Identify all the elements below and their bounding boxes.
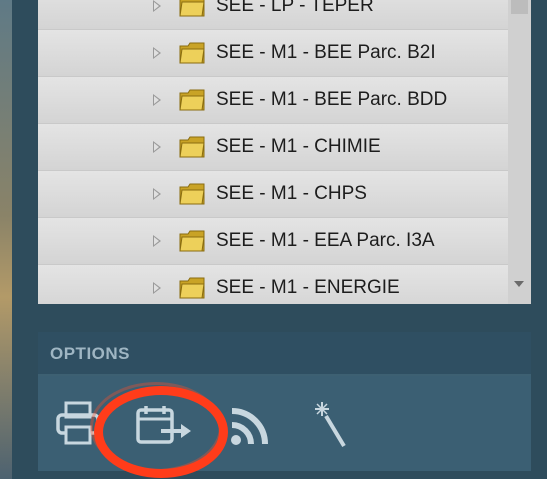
scrollbar-thumb[interactable] [511, 0, 528, 14]
tree-row-label: SEE - M1 - CHIMIE [216, 136, 381, 157]
tree-row[interactable]: SEE - M1 - ENERGIE [38, 265, 508, 304]
tree-list: SEE - LP - TEPER SEE - M1 - BEE Parc. B2I… [38, 0, 508, 304]
magic-wand-icon[interactable] [310, 400, 350, 450]
folder-icon [179, 136, 205, 158]
tree-row-label: SEE - M1 - ENERGIE [216, 277, 400, 298]
tree-row-label: SEE - M1 - CHPS [216, 183, 367, 204]
folder-icon [179, 183, 205, 205]
tree-row[interactable]: SEE - M1 - BEE Parc. BDD [38, 77, 508, 124]
expand-arrow-icon[interactable] [153, 94, 161, 106]
expand-arrow-icon[interactable] [153, 141, 161, 153]
tree-row[interactable]: SEE - M1 - CHPS [38, 171, 508, 218]
tree-row[interactable]: SEE - M1 - CHIMIE [38, 124, 508, 171]
options-title: OPTIONS [50, 344, 131, 363]
rss-icon[interactable] [229, 405, 271, 447]
expand-arrow-icon[interactable] [153, 235, 161, 247]
background-desktop [0, 0, 12, 479]
highlight-circle [94, 386, 228, 478]
folder-icon [179, 42, 205, 64]
expand-arrow-icon[interactable] [153, 282, 161, 294]
scroll-down-arrow-icon[interactable] [514, 281, 524, 287]
folder-icon [179, 277, 205, 299]
tree-row[interactable]: SEE - M1 - BEE Parc. B2I [38, 30, 508, 77]
tree-view[interactable]: SEE - LP - TEPER SEE - M1 - BEE Parc. B2I… [38, 0, 531, 304]
tree-row[interactable]: SEE - M1 - EEA Parc. I3A [38, 218, 508, 265]
expand-arrow-icon[interactable] [153, 0, 161, 12]
tree-row-label: SEE - LP - TEPER [216, 0, 374, 16]
folder-icon [179, 89, 205, 111]
tree-row-label: SEE - M1 - BEE Parc. B2I [216, 42, 436, 63]
options-header: OPTIONS [38, 332, 531, 374]
folder-icon [179, 230, 205, 252]
expand-arrow-icon[interactable] [153, 188, 161, 200]
tree-row-label: SEE - M1 - BEE Parc. BDD [216, 89, 448, 110]
tree-row[interactable]: SEE - LP - TEPER [38, 0, 508, 30]
vertical-scrollbar[interactable] [508, 0, 531, 304]
expand-arrow-icon[interactable] [153, 47, 161, 59]
tree-row-label: SEE - M1 - EEA Parc. I3A [216, 230, 435, 251]
folder-icon [179, 0, 205, 17]
